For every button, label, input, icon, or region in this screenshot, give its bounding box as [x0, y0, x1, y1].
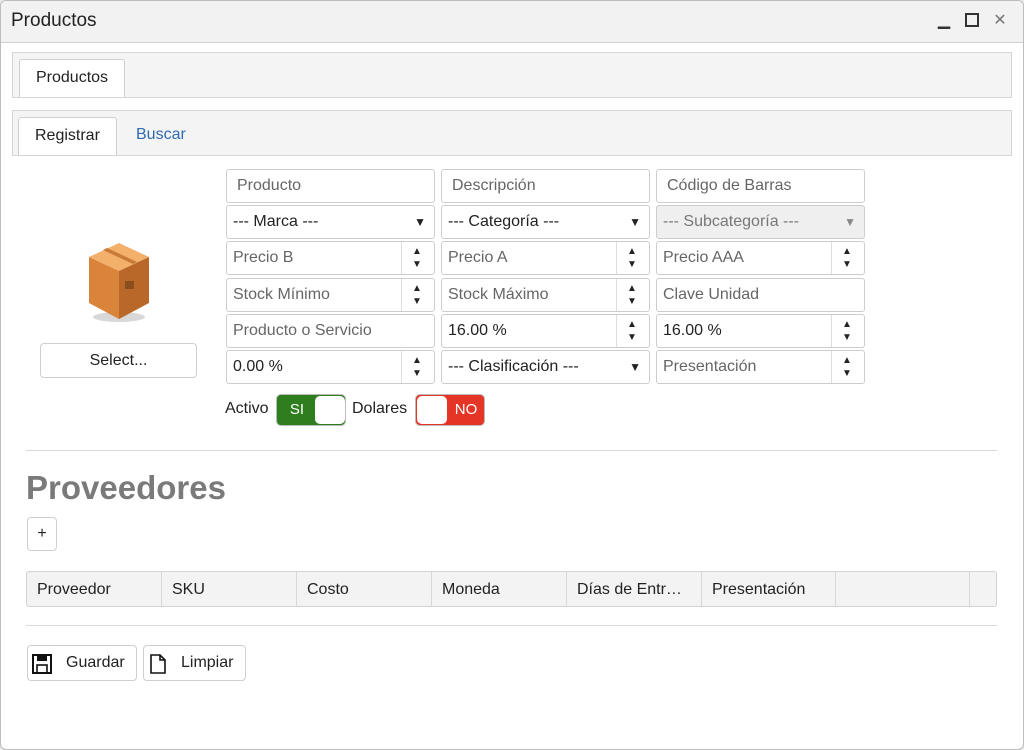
column-header-presentacion[interactable]: Presentación [702, 572, 836, 606]
clasificacion-select[interactable]: --- Clasificación --- ▼ [441, 350, 650, 384]
descripcion-input[interactable]: Descripción [441, 169, 650, 203]
window-title: Productos [11, 10, 97, 31]
tab-buscar[interactable]: Buscar [120, 117, 202, 155]
precio-a-input[interactable]: Precio A ▲ ▼ [441, 241, 650, 275]
spinner-icon[interactable]: ▲ ▼ [401, 242, 434, 274]
stock-minimo-placeholder: Stock Mínimo [233, 286, 330, 303]
dolares-toggle-knob [417, 396, 447, 424]
divider [26, 450, 997, 451]
presentacion-placeholder: Presentación [663, 358, 757, 375]
spinner-icon[interactable]: ▲ ▼ [616, 279, 649, 311]
producto-servicio-input[interactable]: Producto o Servicio [226, 314, 435, 348]
proveedores-grid: Proveedor SKU Costo Moneda Días de Entr…… [26, 571, 997, 607]
save-label: Guardar [66, 654, 125, 671]
activo-toggle-knob [315, 396, 345, 424]
document-icon [150, 654, 166, 674]
dolares-toggle-state: NO [454, 401, 478, 418]
descuento-input[interactable]: 0.00 % ▲ ▼ [226, 350, 435, 384]
column-header-empty [836, 572, 970, 606]
dolares-toggle[interactable]: NO [415, 394, 485, 426]
activo-label: Activo [225, 400, 269, 417]
categoria-value: --- Categoría --- [448, 213, 560, 230]
dropdown-caret-icon: ▼ [629, 215, 641, 229]
categoria-select[interactable]: --- Categoría --- ▼ [441, 205, 650, 239]
stock-maximo-input[interactable]: Stock Máximo ▲ ▼ [441, 278, 650, 312]
column-header-moneda[interactable]: Moneda [432, 572, 567, 606]
box-icon [89, 243, 149, 322]
impuesto2-input[interactable]: 16.00 % ▲ ▼ [656, 314, 865, 348]
clear-button[interactable]: Limpiar [143, 645, 246, 681]
precio-b-placeholder: Precio B [233, 249, 294, 266]
precio-aaa-input[interactable]: Precio AAA ▲ ▼ [656, 241, 865, 275]
minimize-icon[interactable]: ▁ [935, 12, 953, 30]
spinner-icon[interactable]: ▲ ▼ [831, 242, 864, 274]
dolares-label: Dolares [352, 400, 408, 417]
spinner-icon[interactable]: ▲ ▼ [401, 279, 434, 311]
column-header-dias-entrega[interactable]: Días de Entr… [567, 572, 702, 606]
dropdown-caret-icon: ▼ [844, 215, 856, 229]
subcategoria-select: --- Subcategoría --- ▼ [656, 205, 865, 239]
maximize-icon[interactable] [963, 12, 981, 30]
precio-b-input[interactable]: Precio B ▲ ▼ [226, 241, 435, 275]
column-header-costo[interactable]: Costo [297, 572, 432, 606]
spinner-icon[interactable]: ▲ ▼ [831, 351, 864, 383]
activo-toggle-state: SI [289, 401, 305, 418]
tab-registrar[interactable]: Registrar [18, 117, 117, 155]
marca-value: --- Marca --- [233, 213, 319, 230]
proveedores-title: Proveedores [26, 469, 226, 506]
marca-select[interactable]: --- Marca --- ▼ [226, 205, 435, 239]
spinner-icon[interactable]: ▲ ▼ [831, 315, 864, 347]
select-image-button[interactable]: Select... [40, 343, 197, 378]
iva-input[interactable]: 16.00 % ▲ ▼ [441, 314, 650, 348]
spinner-icon[interactable]: ▲ ▼ [616, 315, 649, 347]
close-icon[interactable]: ✕ [991, 12, 1009, 30]
stock-maximo-placeholder: Stock Máximo [448, 286, 549, 303]
impuesto2-value: 16.00 % [663, 322, 722, 339]
clasificacion-value: --- Clasificación --- [448, 358, 579, 375]
dropdown-caret-icon: ▼ [629, 360, 641, 374]
add-proveedor-button[interactable]: + [27, 517, 57, 551]
column-header-proveedor[interactable]: Proveedor [27, 572, 162, 606]
save-icon [32, 654, 52, 674]
precio-a-placeholder: Precio A [448, 249, 508, 266]
precio-aaa-placeholder: Precio AAA [663, 249, 744, 266]
spinner-icon[interactable]: ▲ ▼ [401, 351, 434, 383]
clear-label: Limpiar [181, 654, 234, 671]
activo-toggle[interactable]: SI [276, 394, 346, 426]
products-window: Productos ▁ ✕ Productos Registrar Buscar… [0, 0, 1024, 750]
codigo-barras-input[interactable]: Código de Barras [656, 169, 865, 203]
divider [26, 625, 997, 626]
dropdown-caret-icon: ▼ [414, 215, 426, 229]
spinner-icon[interactable]: ▲ ▼ [616, 242, 649, 274]
outer-tabstrip: Productos [12, 52, 1012, 98]
inner-tabstrip: Registrar Buscar [12, 110, 1012, 156]
save-button[interactable]: Guardar [27, 645, 137, 681]
clave-unidad-input[interactable]: Clave Unidad [656, 278, 865, 312]
iva-value: 16.00 % [448, 322, 507, 339]
tab-productos[interactable]: Productos [19, 59, 126, 97]
stock-minimo-input[interactable]: Stock Mínimo ▲ ▼ [226, 278, 435, 312]
producto-input[interactable]: Producto [226, 169, 435, 203]
presentacion-input[interactable]: Presentación ▲ ▼ [656, 350, 865, 384]
column-header-sku[interactable]: SKU [162, 572, 297, 606]
title-bar: Productos ▁ ✕ [1, 1, 1023, 43]
descuento-value: 0.00 % [233, 358, 283, 375]
subcategoria-value: --- Subcategoría --- [663, 213, 800, 230]
